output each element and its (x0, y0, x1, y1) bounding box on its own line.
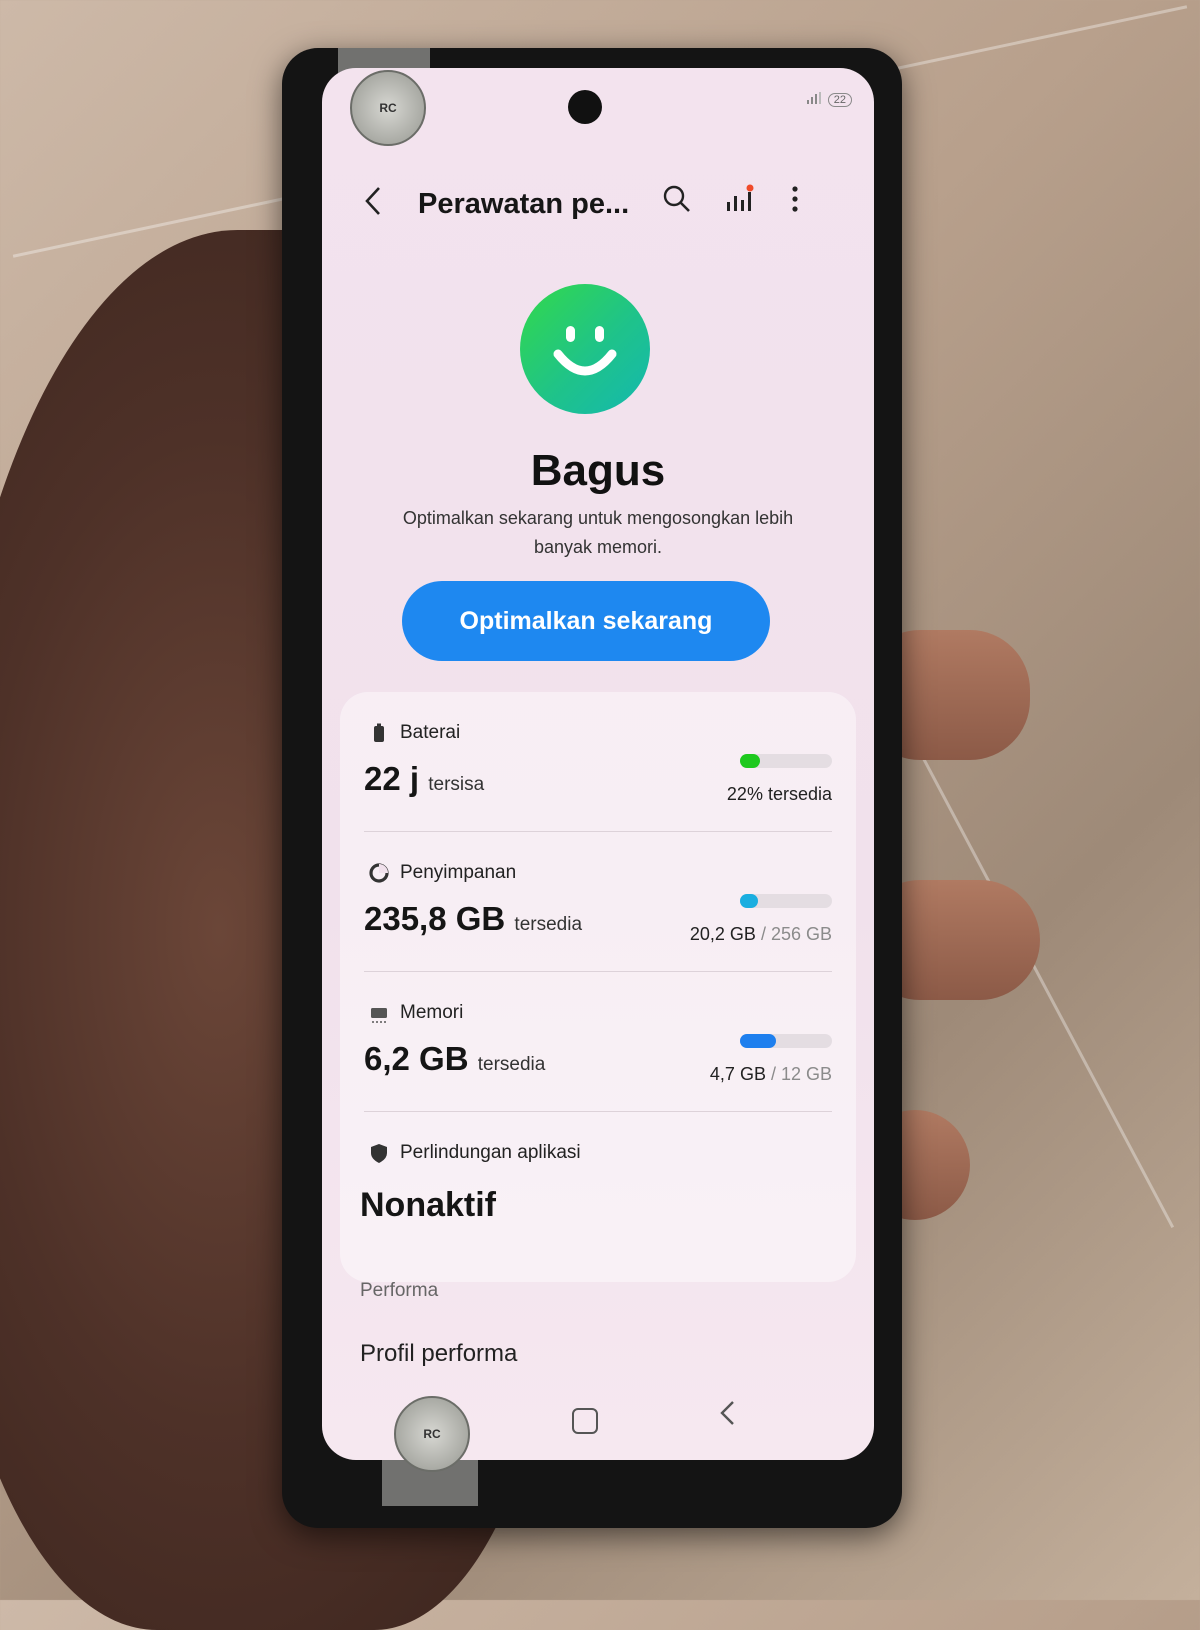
battery-bar (740, 754, 832, 768)
sticker-logo-text: RC (423, 1427, 441, 1441)
battery-indicator: 22 (827, 92, 852, 107)
memory-bar-fill (740, 1034, 776, 1048)
storage-bar-fill (740, 894, 759, 908)
front-camera (568, 90, 602, 124)
app-protection-label: Perlindungan aplikasi (400, 1142, 581, 1163)
storage-row[interactable]: Penyimpanan 235,8 GB tersedia 20,2 GB / … (340, 832, 856, 972)
app-header: Perawatan pe... (322, 178, 874, 228)
performance-profile-item[interactable]: Profil performa (360, 1340, 517, 1368)
memory-chip-icon (368, 1002, 390, 1024)
inventory-sticker: RC (350, 70, 426, 146)
battery-label: Baterai (400, 722, 461, 743)
phone-screen: 22 Perawatan pe... Bagus Optimalkan seka… (322, 68, 874, 1460)
battery-bar-fill (740, 754, 761, 768)
status-description: Optimalkan sekarang untuk mengosongkan l… (402, 508, 794, 557)
storage-detail: 20,2 GB / 256 GB (689, 924, 832, 944)
page-title: Perawatan pe... (418, 188, 630, 220)
memory-label: Memori (400, 1002, 464, 1023)
app-protection-row[interactable]: Perlindungan aplikasi Nonaktif (340, 1112, 856, 1252)
battery-icon (368, 722, 390, 744)
back-button[interactable] (362, 184, 384, 227)
storage-bar (740, 894, 832, 908)
signal-stats-icon[interactable] (724, 184, 754, 219)
memory-detail: 4,7 GB / 12 GB (709, 1064, 832, 1084)
chevron-left-icon (365, 187, 380, 215)
battery-detail: 22% tersedia (726, 784, 832, 804)
home-button[interactable] (572, 1408, 598, 1434)
memory-bar (740, 1034, 832, 1048)
app-protection-value: Nonaktif (360, 1186, 496, 1224)
device-care-card: Baterai 22 j tersisa 22% tersedia Penyim… (340, 692, 856, 1282)
battery-value: 22 j tersisa (364, 760, 485, 797)
chevron-left-icon (720, 1401, 734, 1425)
status-bar: 22 (806, 92, 852, 107)
inventory-sticker: RC (394, 1396, 470, 1472)
search-icon[interactable] (662, 184, 692, 219)
memory-value: 6,2 GB tersedia (364, 1040, 546, 1077)
smiley-face-icon (520, 284, 650, 414)
optimize-now-button[interactable]: Optimalkan sekarang (402, 581, 770, 661)
storage-pie-icon (368, 862, 390, 884)
nav-back-button[interactable] (718, 1398, 738, 1437)
storage-value: 235,8 GB tersedia (364, 900, 583, 937)
signal-icon (806, 92, 822, 107)
more-vertical-icon[interactable] (790, 184, 800, 222)
battery-row[interactable]: Baterai 22 j tersisa 22% tersedia (340, 692, 856, 832)
shield-icon (368, 1142, 390, 1164)
storage-label: Penyimpanan (400, 862, 517, 883)
performance-section-label: Performa (360, 1280, 439, 1301)
status-title: Bagus (530, 446, 666, 495)
sticker-logo-text: RC (379, 101, 397, 115)
memory-row[interactable]: Memori 6,2 GB tersedia 4,7 GB / 12 GB (340, 972, 856, 1112)
